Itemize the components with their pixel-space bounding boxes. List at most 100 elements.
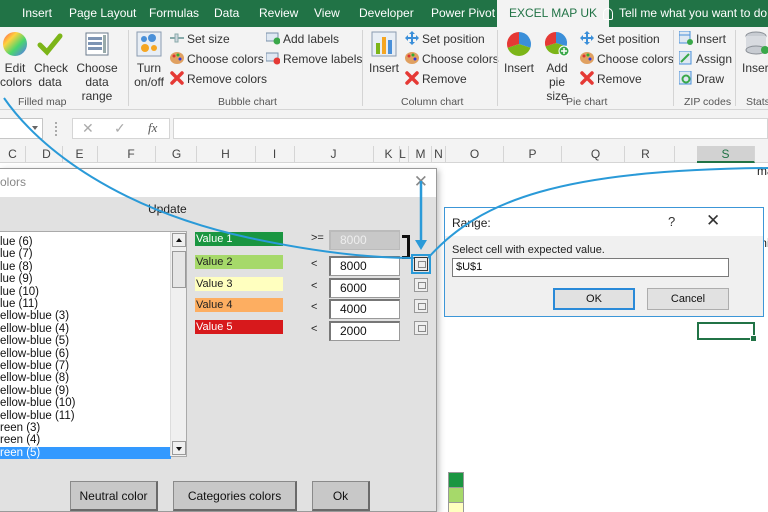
column-header-p[interactable]: P: [504, 146, 562, 163]
column-set-position-button[interactable]: Set position: [405, 30, 485, 48]
zip-draw-button[interactable]: Draw: [679, 70, 724, 88]
column-header-m[interactable]: M: [410, 146, 432, 163]
set-size-button[interactable]: Set size: [170, 30, 230, 48]
list-item[interactable]: ellow-blue (6): [0, 348, 171, 361]
check-data-button[interactable]: Check data: [34, 31, 68, 89]
column-choose-colors-button[interactable]: Choose colors: [405, 50, 499, 68]
cell-reference-icon[interactable]: [411, 254, 431, 274]
tab-formulas[interactable]: Formulas: [149, 0, 199, 27]
column-header-h[interactable]: H: [196, 146, 256, 163]
remove-colors-button[interactable]: Remove colors: [170, 70, 267, 88]
add-pie-size-button[interactable]: Add pie size: [538, 31, 576, 103]
list-item[interactable]: lue (11): [0, 298, 171, 311]
list-item[interactable]: lue (6): [0, 236, 171, 249]
drag-handle[interactable]: [55, 122, 57, 136]
add-labels-button[interactable]: Add labels: [266, 30, 339, 48]
column-insert-button[interactable]: Insert: [368, 31, 400, 75]
name-box[interactable]: [0, 118, 43, 139]
list-item[interactable]: ellow-blue (3): [0, 310, 171, 323]
pie-choose-colors-button[interactable]: Choose colors: [580, 50, 674, 68]
tab-page-layout[interactable]: Page Layout: [69, 0, 136, 27]
threshold-input[interactable]: 4000: [329, 299, 400, 319]
value-color-swatch[interactable]: Value 1: [195, 232, 283, 246]
column-header-o[interactable]: O: [446, 146, 504, 163]
categories-colors-button[interactable]: Categories colors: [173, 481, 297, 511]
remove-labels-button[interactable]: Remove labels: [266, 50, 362, 68]
range-input[interactable]: $U$1: [452, 258, 729, 277]
value-color-swatch[interactable]: Value 5: [195, 320, 283, 334]
value-color-swatch[interactable]: Value 3: [195, 277, 283, 291]
column-header-l[interactable]: L: [397, 146, 409, 163]
list-item[interactable]: lue (7): [0, 248, 171, 261]
cell-reference-icon[interactable]: [414, 299, 428, 313]
column-header-r[interactable]: R: [617, 146, 675, 163]
turn-onoff-button[interactable]: Turn on/off: [132, 31, 166, 89]
range-cancel-button[interactable]: Cancel: [647, 288, 729, 310]
column-header-e[interactable]: E: [62, 146, 98, 163]
neutral-color-button[interactable]: Neutral color: [70, 481, 158, 511]
range-ok-button[interactable]: OK: [553, 288, 635, 310]
tab-data[interactable]: Data: [214, 0, 239, 27]
choose-data-range-button[interactable]: Choose data range: [69, 31, 125, 103]
column-header-i[interactable]: I: [255, 146, 295, 163]
threshold-input[interactable]: 8000: [329, 256, 400, 276]
ok-button[interactable]: Ok: [312, 481, 370, 511]
scrollbar[interactable]: [170, 232, 186, 456]
tab-power-pivot[interactable]: Power Pivot: [431, 0, 495, 27]
list-item[interactable]: ellow-blue (4): [0, 323, 171, 336]
tab-excel-map-uk[interactable]: EXCEL MAP UK: [497, 0, 610, 27]
color-scheme-list[interactable]: reen (5) reen (4) reen (3) ellow-blue (11) e…: [0, 231, 187, 460]
zip-assign-button[interactable]: Assign: [679, 50, 732, 68]
column-header-c[interactable]: C: [0, 146, 26, 163]
selected-cell[interactable]: [697, 322, 757, 342]
list-item[interactable]: reen (3): [0, 422, 171, 435]
value-color-swatch[interactable]: Value 2: [195, 255, 283, 269]
cell-reference-icon[interactable]: [414, 278, 428, 292]
column-header-d[interactable]: D: [31, 146, 63, 163]
list-item[interactable]: reen (4): [0, 434, 171, 447]
column-header-g[interactable]: G: [157, 146, 197, 163]
update-label[interactable]: Update: [148, 202, 187, 216]
cancel-formula-icon[interactable]: ✕: [82, 120, 94, 137]
chevron-down-icon[interactable]: [32, 126, 38, 130]
bubble-choose-colors-button[interactable]: Choose colors: [170, 50, 264, 68]
tab-developer[interactable]: Developer: [359, 0, 414, 27]
list-item[interactable]: ellow-blue (7): [0, 360, 171, 373]
list-item[interactable]: ellow-blue (11): [0, 410, 171, 423]
cell-reference-icon[interactable]: [414, 321, 428, 335]
list-item[interactable]: lue (10): [0, 286, 171, 299]
help-icon[interactable]: ?: [668, 214, 675, 229]
formula-input[interactable]: [173, 118, 768, 139]
pie-insert-button[interactable]: Insert: [502, 31, 536, 75]
threshold-input[interactable]: 2000: [329, 321, 400, 341]
scroll-up-button[interactable]: [172, 233, 186, 247]
tab-review[interactable]: Review: [259, 0, 298, 27]
insert-function-icon[interactable]: fx: [148, 120, 157, 136]
edit-colors-button[interactable]: Edit colors: [0, 31, 32, 89]
list-item[interactable]: reen (5): [0, 446, 171, 460]
column-header-f[interactable]: F: [107, 146, 156, 163]
list-item[interactable]: lue (8): [0, 261, 171, 274]
list-item[interactable]: ellow-blue (9): [0, 385, 171, 398]
threshold-input[interactable]: 6000: [329, 278, 400, 298]
tab-insert[interactable]: Insert: [22, 0, 52, 27]
column-header-n[interactable]: N: [432, 146, 446, 163]
scroll-thumb[interactable]: [172, 251, 186, 288]
close-icon[interactable]: ✕: [706, 211, 720, 231]
close-icon[interactable]: ✕: [414, 172, 428, 192]
list-item[interactable]: ellow-blue (5): [0, 335, 171, 348]
list-item[interactable]: ellow-blue (10): [0, 397, 171, 410]
value-color-swatch[interactable]: Value 4: [195, 298, 283, 312]
tell-me-search[interactable]: Tell me what you want to do: [603, 0, 767, 27]
zip-insert-button[interactable]: Insert: [679, 30, 726, 48]
pie-remove-button[interactable]: Remove: [580, 70, 642, 88]
enter-formula-icon[interactable]: ✓: [114, 120, 126, 137]
list-item[interactable]: ellow-blue (8): [0, 372, 171, 385]
column-header-s[interactable]: S: [697, 146, 755, 163]
scroll-down-button[interactable]: [172, 441, 186, 455]
column-header-j[interactable]: J: [294, 146, 374, 163]
column-remove-button[interactable]: Remove: [405, 70, 467, 88]
list-item[interactable]: lue (9): [0, 273, 171, 286]
pie-set-position-button[interactable]: Set position: [580, 30, 660, 48]
tab-view[interactable]: View: [314, 0, 340, 27]
